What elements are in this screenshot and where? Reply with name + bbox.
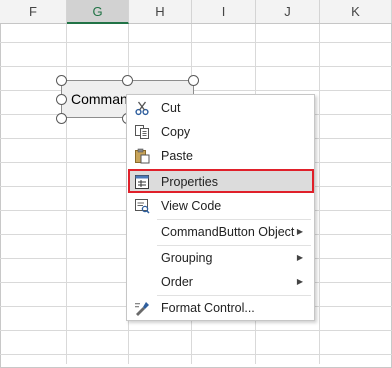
context-menu: Cut Copy Paste Properties View Code Comm… xyxy=(126,94,315,321)
column-header-h[interactable]: H xyxy=(129,0,192,23)
menu-item-order[interactable]: Order ▶ xyxy=(129,271,312,293)
grid-line xyxy=(319,24,320,364)
menu-item-paste[interactable]: Paste xyxy=(129,145,312,167)
menu-item-grouping[interactable]: Grouping ▶ xyxy=(129,247,312,269)
menu-item-label: Cut xyxy=(161,101,181,115)
menu-separator xyxy=(157,219,311,220)
menu-item-view-code[interactable]: View Code xyxy=(129,195,312,217)
grid-line xyxy=(66,24,67,364)
grid-line xyxy=(0,66,392,67)
menu-separator xyxy=(157,245,311,246)
resize-handle-bottom-left[interactable] xyxy=(56,113,67,124)
column-header-row: F G H I J K xyxy=(0,0,392,24)
menu-item-copy[interactable]: Copy xyxy=(129,121,312,143)
grid-line xyxy=(0,354,392,355)
resize-handle-top[interactable] xyxy=(122,75,133,86)
menu-item-label: Format Control... xyxy=(161,301,255,315)
submenu-arrow-icon: ▶ xyxy=(296,277,303,286)
resize-handle-left[interactable] xyxy=(56,94,67,105)
view-code-icon xyxy=(134,198,150,214)
menu-item-format-control[interactable]: Format Control... xyxy=(129,297,312,319)
menu-item-label: Order xyxy=(161,275,193,289)
format-control-icon xyxy=(134,300,150,316)
highlight-annotation xyxy=(128,169,314,193)
grid-line xyxy=(0,90,392,91)
paste-icon xyxy=(134,148,150,164)
menu-item-label: CommandButton Object xyxy=(161,225,295,239)
menu-item-cut[interactable]: Cut xyxy=(129,97,312,119)
menu-separator xyxy=(157,295,311,296)
scissors-icon xyxy=(134,100,150,116)
grid-line xyxy=(0,330,392,331)
column-header-i[interactable]: I xyxy=(192,0,256,23)
menu-item-label: Grouping xyxy=(161,251,213,265)
menu-item-label: Copy xyxy=(161,125,191,139)
submenu-arrow-icon: ▶ xyxy=(296,227,303,236)
menu-item-commandbutton-object[interactable]: CommandButton Object ▶ xyxy=(129,221,312,243)
submenu-arrow-icon: ▶ xyxy=(296,253,303,262)
resize-handle-top-right[interactable] xyxy=(188,75,199,86)
column-header-g[interactable]: G xyxy=(67,0,129,24)
column-header-j[interactable]: J xyxy=(256,0,320,23)
menu-item-label: Paste xyxy=(161,149,193,163)
resize-handle-top-left[interactable] xyxy=(56,75,67,86)
menu-item-label: View Code xyxy=(161,199,222,213)
column-header-k[interactable]: K xyxy=(320,0,392,23)
column-header-f[interactable]: F xyxy=(0,0,67,23)
copy-icon xyxy=(134,124,150,140)
grid-line xyxy=(0,42,392,43)
